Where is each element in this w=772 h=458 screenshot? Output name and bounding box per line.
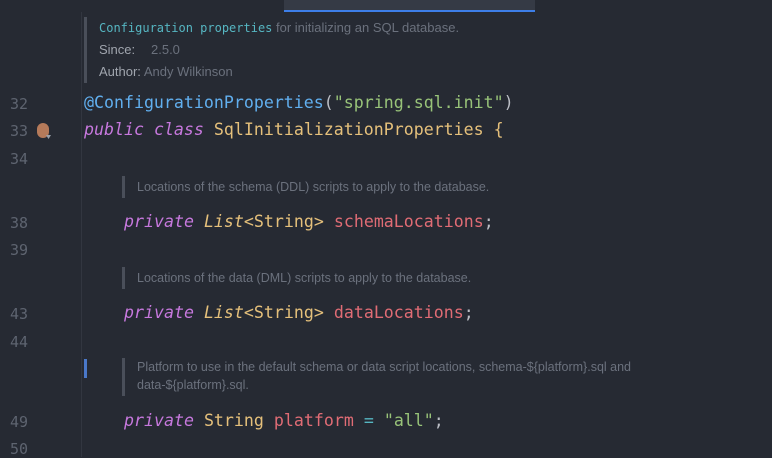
class-javadoc: Configuration properties for initializin…	[84, 17, 459, 83]
author-value: Andy Wilkinson	[143, 64, 233, 79]
code-line-49: private String platform = "all";	[124, 411, 444, 430]
line-number: 39	[10, 241, 29, 259]
line-number: 50	[10, 440, 29, 458]
code-line-33: public class SqlInitializationProperties…	[84, 120, 504, 139]
doc-text: for initializing an SQL database.	[272, 20, 460, 35]
class-name: SqlInitializationProperties	[213, 120, 484, 139]
line-number: 38	[10, 214, 29, 232]
line-number: 32	[10, 95, 29, 113]
since-label: Since:	[99, 42, 136, 57]
active-tab-indicator	[284, 0, 535, 12]
code-line-38: private List<String> schemaLocations;	[124, 212, 494, 231]
caret-line-marker	[84, 359, 87, 378]
author-label: Author:	[99, 64, 141, 79]
line-number: 49	[10, 413, 29, 431]
spring-bean-gutter-icon[interactable]	[37, 123, 49, 138]
string-literal: "spring.sql.init"	[333, 93, 504, 112]
field-javadoc: Locations of the schema (DDL) scripts to…	[122, 176, 489, 198]
code-line-43: private List<String> dataLocations;	[124, 303, 474, 322]
since-value: 2.5.0	[151, 42, 180, 57]
field-name: schemaLocations	[333, 212, 484, 231]
doc-link[interactable]: Configuration properties	[99, 21, 272, 35]
line-number: 44	[10, 333, 29, 351]
line-number: 34	[10, 150, 29, 168]
field-name: dataLocations	[333, 303, 464, 322]
line-number: 33	[10, 122, 29, 140]
annotation: @ConfigurationProperties	[84, 93, 324, 112]
line-number: 43	[10, 305, 29, 323]
gutter-divider	[81, 12, 82, 457]
code-line-32: @ConfigurationProperties("spring.sql.ini…	[84, 93, 514, 112]
field-name: platform	[273, 411, 354, 430]
field-javadoc: Locations of the data (DML) scripts to a…	[122, 267, 471, 289]
field-javadoc: Platform to use in the default schema or…	[122, 358, 631, 396]
